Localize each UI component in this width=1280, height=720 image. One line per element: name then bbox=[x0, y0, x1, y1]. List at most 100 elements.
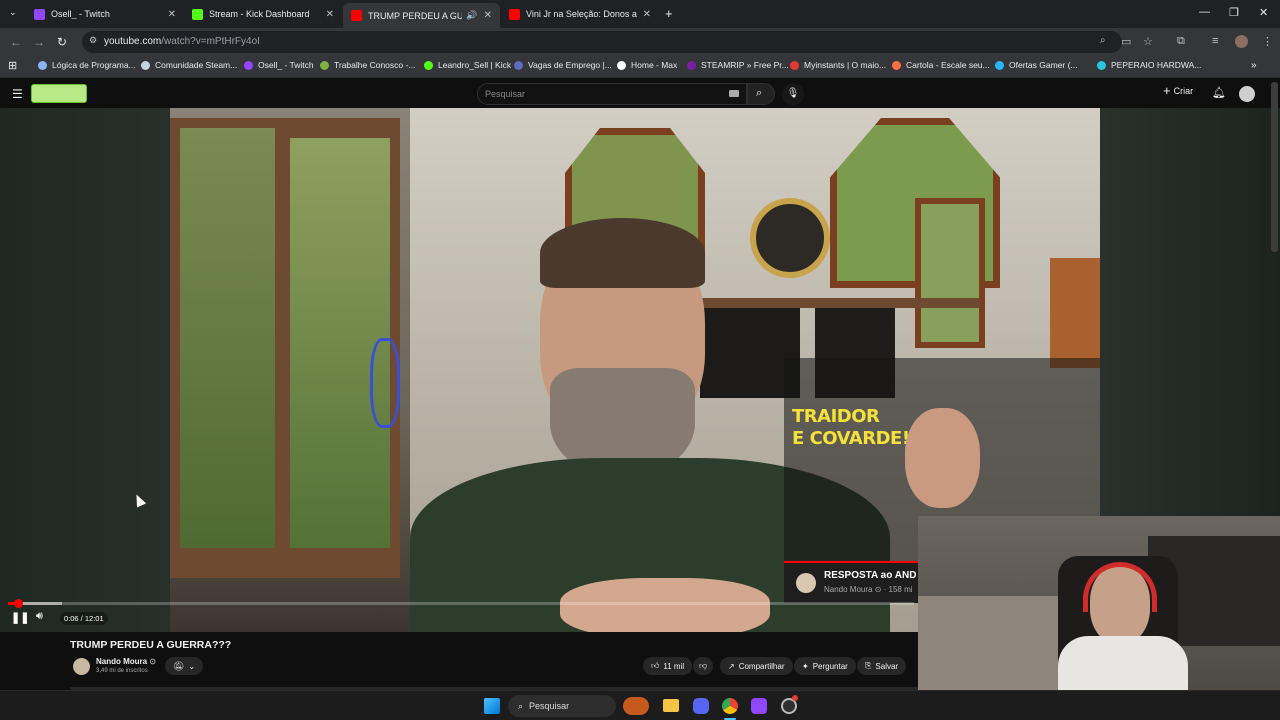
wood-cabinet bbox=[1050, 258, 1100, 368]
address-bar[interactable]: ⚙ youtube.com/watch?v=mPtHrFy4oI ⌕ bbox=[82, 31, 1122, 53]
notification-bell-button[interactable]: 🔕︎ ⌄ bbox=[165, 657, 203, 675]
page-scrollbar[interactable] bbox=[1271, 82, 1278, 252]
site-info-icon[interactable]: ⚙ bbox=[89, 35, 97, 46]
close-icon[interactable]: ✕ bbox=[326, 9, 334, 20]
forward-icon[interactable]: → bbox=[33, 35, 45, 49]
bookmark-item[interactable]: Leandro_Sell | Kick bbox=[424, 60, 511, 70]
garden-window bbox=[180, 128, 275, 548]
window-lower bbox=[915, 198, 985, 348]
channel-avatar[interactable] bbox=[73, 658, 90, 675]
more-bookmarks-icon[interactable]: » bbox=[1251, 60, 1257, 71]
bookmark-item[interactable]: Comunidade Steam... bbox=[141, 60, 237, 70]
bookmark-favicon bbox=[892, 60, 901, 70]
youtube-logo[interactable] bbox=[31, 84, 87, 103]
video-info: TRUMP PERDEU A GUERRA??? Nando Moura ⊙ 3… bbox=[0, 632, 920, 690]
pause-icon[interactable]: ❚❚ bbox=[11, 611, 29, 624]
account-avatar[interactable] bbox=[1239, 86, 1255, 102]
search-button[interactable]: ⌕ bbox=[747, 83, 775, 105]
discord-icon[interactable] bbox=[693, 698, 709, 714]
suggestion-title: RESPOSTA ao AND bbox=[824, 570, 917, 581]
speaker-icon[interactable]: 🔊 bbox=[466, 10, 477, 21]
reading-list-icon[interactable]: ≡ bbox=[1212, 35, 1218, 47]
share-icon: ↗ bbox=[728, 661, 735, 671]
cast-icon[interactable]: ▭ bbox=[1121, 35, 1131, 48]
chrome-icon[interactable] bbox=[722, 698, 738, 714]
microphone-icon[interactable]: 🎙 bbox=[782, 83, 804, 105]
tab-kick[interactable]: Stream - Kick Dashboard ✕ bbox=[184, 3, 342, 25]
bookmark-item[interactable]: Osell_ - Twitch bbox=[244, 60, 314, 70]
create-button[interactable]: + Criar bbox=[1163, 83, 1193, 98]
close-window-icon[interactable]: ✕ bbox=[1259, 6, 1268, 19]
overlay-title-line2: E COVARDE! bbox=[792, 428, 910, 449]
profile-avatar[interactable] bbox=[1235, 35, 1248, 48]
verified-icon: ⊙ bbox=[149, 657, 157, 666]
file-explorer-icon[interactable] bbox=[663, 699, 679, 712]
zoom-icon[interactable]: ⌕ bbox=[1100, 35, 1106, 46]
bookmark-favicon bbox=[514, 60, 523, 70]
bookmark-item[interactable]: Myinstants | O maio... bbox=[790, 60, 886, 70]
bookmark-item[interactable]: PEPERAIO HARDWA... bbox=[1097, 60, 1201, 70]
bookmark-favicon bbox=[617, 60, 626, 70]
close-icon[interactable]: ✕ bbox=[643, 9, 651, 20]
volume-icon[interactable]: 🔊︎ bbox=[36, 610, 43, 623]
keyboard-icon[interactable] bbox=[729, 90, 739, 97]
widget-icon[interactable] bbox=[623, 697, 649, 715]
blue-hose bbox=[370, 338, 400, 428]
browser-tab-strip: ⌄ Osell_ - Twitch ✕ Stream - Kick Dashbo… bbox=[0, 0, 1280, 28]
reload-icon[interactable]: ↻ bbox=[57, 35, 67, 49]
bookmark-item[interactable]: Lógica de Programa... bbox=[38, 60, 136, 70]
taskbar-search[interactable]: ⌕ Pesquisar bbox=[508, 695, 616, 717]
bookmark-favicon bbox=[790, 60, 799, 70]
bookmark-favicon bbox=[995, 60, 1004, 70]
ask-button[interactable]: ✦ Perguntar bbox=[794, 657, 856, 675]
tab-twitch[interactable]: Osell_ - Twitch ✕ bbox=[26, 3, 184, 25]
tab-label: Vini Jr na Seleção: Donos anali bbox=[526, 9, 637, 19]
streamer-shirt bbox=[1058, 636, 1188, 690]
close-icon[interactable]: ✕ bbox=[484, 10, 492, 21]
time-display: 0:06 / 12:01 bbox=[60, 612, 108, 625]
bell-icon[interactable]: 🔔︎ bbox=[1212, 86, 1226, 99]
thumbs-down-icon: 👎︎ bbox=[699, 661, 708, 670]
progress-scrubber[interactable] bbox=[14, 599, 23, 608]
bookmark-favicon bbox=[1097, 60, 1106, 70]
video-title: TRUMP PERDEU A GUERRA??? bbox=[70, 639, 232, 651]
bookmark-item[interactable]: Vagas de Emprego |... bbox=[514, 60, 612, 70]
windows-start-icon[interactable] bbox=[484, 698, 500, 714]
close-icon[interactable]: ✕ bbox=[168, 9, 176, 20]
apps-grid-icon[interactable]: ⊞ bbox=[8, 59, 17, 72]
like-button[interactable]: 👍︎ 11 mil bbox=[643, 657, 693, 675]
youtube-icon bbox=[351, 10, 362, 21]
hamburger-menu-icon[interactable]: ☰ bbox=[12, 87, 23, 101]
share-button[interactable]: ↗ Compartilhar bbox=[720, 657, 793, 675]
bookmark-item[interactable]: STEAMRIP » Free Pr... bbox=[687, 60, 789, 70]
ambient-left bbox=[0, 108, 170, 632]
save-button[interactable]: ⎘ Salvar bbox=[857, 657, 907, 675]
bookmark-item[interactable]: Cartola - Escale seu... bbox=[892, 60, 990, 70]
plus-icon: + bbox=[1163, 83, 1171, 98]
twitch-app-icon[interactable] bbox=[751, 698, 767, 714]
minimize-icon[interactable]: — bbox=[1199, 6, 1210, 18]
extensions-icon[interactable]: ⧉ bbox=[1177, 35, 1185, 48]
shelf bbox=[690, 298, 980, 308]
menu-icon[interactable]: ⋮ bbox=[1262, 35, 1273, 48]
tab-label: TRUMP PERDEU A GUERRA bbox=[368, 10, 463, 21]
kick-icon bbox=[192, 8, 203, 20]
restore-icon[interactable]: ❐ bbox=[1229, 6, 1239, 19]
thumbs-up-icon: 👍︎ bbox=[651, 661, 660, 670]
twitch-icon bbox=[34, 8, 45, 20]
tab-youtube-vini[interactable]: Vini Jr na Seleção: Donos anali ✕ bbox=[501, 3, 659, 25]
bookmark-item[interactable]: Ofertas Gamer (... bbox=[995, 60, 1078, 70]
progress-track[interactable] bbox=[8, 599, 914, 608]
presenter-hair bbox=[540, 218, 705, 288]
bookmark-item[interactable]: Trabalhe Conosco -... bbox=[320, 60, 415, 70]
back-icon[interactable]: ← bbox=[10, 35, 22, 49]
search-input[interactable]: Pesquisar bbox=[477, 83, 747, 105]
dislike-button[interactable]: 👎︎ bbox=[693, 657, 714, 675]
bookmark-item[interactable]: Home - Max bbox=[617, 60, 677, 70]
channel-name[interactable]: Nando Moura ⊙ bbox=[96, 657, 156, 666]
tab-youtube-active[interactable]: TRUMP PERDEU A GUERRA 🔊 ✕ bbox=[343, 3, 500, 28]
bookmark-star-icon[interactable]: ☆ bbox=[1143, 35, 1153, 48]
new-tab-icon[interactable]: + bbox=[665, 6, 673, 21]
youtube-icon bbox=[509, 8, 520, 20]
tab-list-icon[interactable]: ⌄ bbox=[9, 7, 17, 18]
